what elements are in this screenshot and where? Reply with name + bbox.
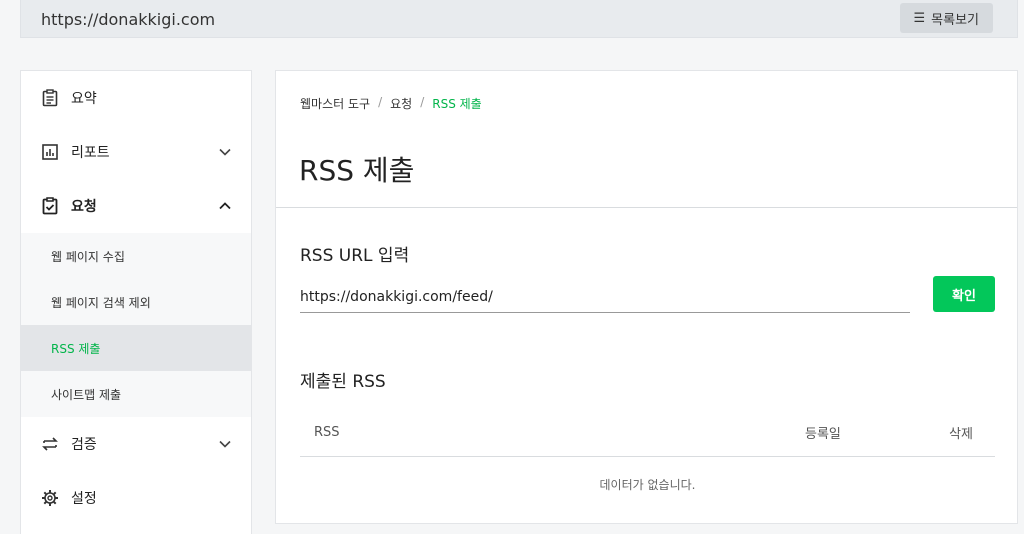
- breadcrumb-item-webmaster[interactable]: 웹마스터 도구: [300, 95, 370, 112]
- breadcrumb: 웹마스터 도구 / 요청 / RSS 제출: [300, 95, 482, 112]
- sidebar-item-request[interactable]: 요청: [21, 179, 251, 233]
- submenu-item-rss-submit[interactable]: RSS 제출: [21, 325, 251, 371]
- sidebar-item-settings[interactable]: 설정: [21, 471, 251, 525]
- breadcrumb-item-request[interactable]: 요청: [390, 95, 412, 112]
- submenu-item-sitemap-submit[interactable]: 사이트맵 제출: [21, 371, 251, 417]
- clipboard-check-icon: [39, 195, 61, 217]
- sidebar-item-report[interactable]: 리포트: [21, 125, 251, 179]
- breadcrumb-separator: /: [420, 95, 425, 109]
- rss-url-input[interactable]: [300, 281, 910, 313]
- list-view-button[interactable]: ☰ 목록보기: [899, 3, 993, 33]
- request-submenu: 웹 페이지 수집 웹 페이지 검색 제외 RSS 제출 사이트맵 제출: [21, 233, 251, 417]
- gear-icon: [39, 487, 61, 509]
- sidebar: 요약 리포트 요청 웹 페이지 수집 웹 페이지 검색 제외 RSS 제출 사이…: [20, 70, 252, 534]
- chevron-down-icon: [219, 437, 231, 451]
- sidebar-item-label: 설정: [71, 491, 97, 507]
- confirm-button[interactable]: 확인: [933, 276, 995, 312]
- breadcrumb-item-current: RSS 제출: [432, 97, 482, 111]
- sidebar-item-label: 검증: [71, 437, 97, 453]
- page-title: RSS 제출: [299, 154, 415, 187]
- summary-icon: [39, 87, 61, 109]
- list-button-label: 목록보기: [931, 12, 979, 28]
- sidebar-item-label: 리포트: [71, 145, 110, 161]
- top-bar: https://donakkigi.com ☰ 목록보기: [20, 0, 1018, 38]
- column-header-delete: 삭제: [949, 427, 973, 442]
- chevron-down-icon: [219, 145, 231, 159]
- submenu-item-page-exclude[interactable]: 웹 페이지 검색 제외: [21, 279, 251, 325]
- chart-icon: [39, 141, 61, 163]
- submitted-rss-heading: 제출된 RSS: [300, 372, 386, 392]
- sidebar-item-label: 요약: [71, 91, 97, 107]
- sidebar-item-verify[interactable]: 검증: [21, 417, 251, 471]
- table-header: RSS 등록일 삭제: [300, 409, 995, 457]
- site-url: https://donakkigi.com: [41, 9, 216, 29]
- column-header-date: 등록일: [805, 427, 841, 442]
- list-icon: ☰: [913, 10, 926, 26]
- rss-input-label: RSS URL 입력: [300, 246, 410, 266]
- empty-message: 데이터가 없습니다.: [599, 477, 696, 492]
- chevron-up-icon: [219, 199, 231, 213]
- divider: [276, 207, 1017, 208]
- swap-icon: [39, 433, 61, 455]
- breadcrumb-separator: /: [378, 95, 383, 109]
- sidebar-item-label: 요청: [71, 199, 97, 215]
- rss-table: RSS 등록일 삭제 데이터가 없습니다.: [300, 409, 995, 511]
- submenu-item-page-collect[interactable]: 웹 페이지 수집: [21, 233, 251, 279]
- main-panel: 웹마스터 도구 / 요청 / RSS 제출 RSS 제출 RSS URL 입력 …: [275, 70, 1018, 524]
- column-header-rss: RSS: [314, 425, 340, 440]
- sidebar-item-summary[interactable]: 요약: [21, 71, 251, 125]
